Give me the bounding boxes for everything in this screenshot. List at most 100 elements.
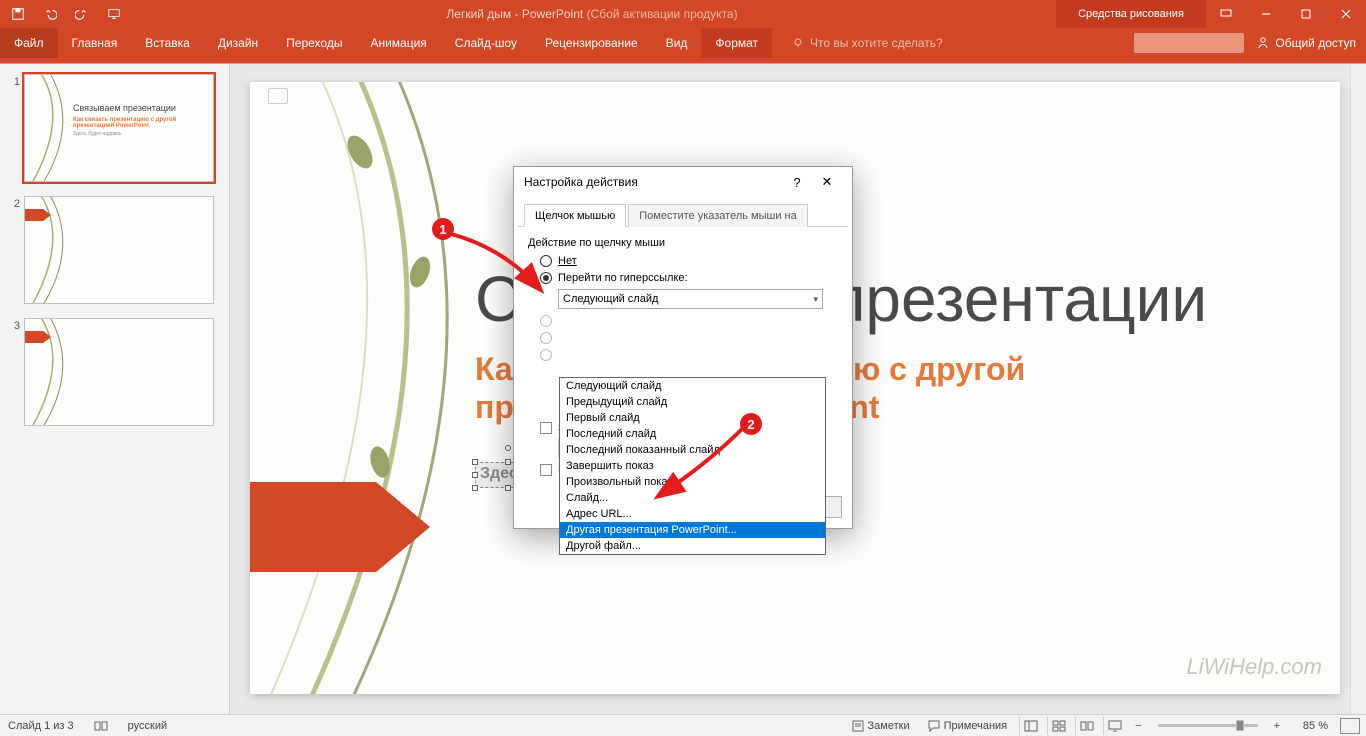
status-spellcheck[interactable]: [88, 718, 114, 734]
radio-icon[interactable]: [540, 315, 552, 327]
zoom-slider[interactable]: [1158, 724, 1258, 727]
thumbnail-slide-1[interactable]: Связываем презентации Как связать презен…: [24, 74, 214, 182]
tab-slideshow[interactable]: Слайд-шоу: [441, 28, 531, 58]
zoom-out-button[interactable]: −: [1131, 720, 1145, 732]
sorter-view-icon[interactable]: [1047, 717, 1069, 735]
thumbnail-number: 3: [6, 318, 24, 426]
undo-icon[interactable]: [36, 2, 64, 26]
tab-mouse-click[interactable]: Щелчок мышью: [524, 204, 626, 227]
slider-thumb[interactable]: [1236, 720, 1244, 731]
list-item[interactable]: Первый слайд: [560, 410, 825, 426]
comments-button[interactable]: Примечания: [922, 718, 1014, 734]
tab-file[interactable]: Файл: [0, 28, 58, 58]
action-settings-dialog: Настройка действия ? ✕ Щелчок мышью Поме…: [513, 166, 853, 529]
thumbnail-item[interactable]: 2: [6, 196, 223, 304]
tab-format[interactable]: Формат: [701, 28, 772, 58]
checkbox-icon[interactable]: [540, 422, 552, 434]
list-item[interactable]: Произвольный показ...: [560, 474, 825, 490]
resize-handle[interactable]: [472, 485, 478, 491]
quick-access-toolbar: [0, 2, 128, 26]
zoom-in-button[interactable]: +: [1270, 720, 1284, 732]
group-label: Действие по щелчку мыши: [528, 237, 838, 249]
close-icon[interactable]: [1326, 0, 1366, 28]
minimize-icon[interactable]: [1246, 0, 1286, 28]
reading-view-icon[interactable]: [1075, 717, 1097, 735]
window-title: Легкий дым - PowerPoint (Сбой активации …: [128, 7, 1056, 21]
chevron-down-icon: ▾: [813, 294, 818, 305]
radio-icon[interactable]: [540, 332, 552, 344]
start-slideshow-icon[interactable]: [100, 2, 128, 26]
sign-in-area[interactable]: [1134, 33, 1244, 53]
radio-none[interactable]: Нет: [540, 255, 838, 267]
tab-insert[interactable]: Вставка: [131, 28, 204, 58]
thumbnail-number: 2: [6, 196, 24, 304]
tab-review[interactable]: Рецензирование: [531, 28, 652, 58]
thumb-author: Здесь будет надпись: [73, 131, 122, 137]
resize-handle[interactable]: [505, 485, 511, 491]
radio-object-action[interactable]: [540, 349, 838, 361]
help-icon[interactable]: ?: [782, 169, 812, 195]
close-icon[interactable]: ✕: [812, 169, 842, 195]
annotation-callout-2: 2: [740, 413, 762, 435]
save-icon[interactable]: [4, 2, 32, 26]
status-slide-counter[interactable]: Слайд 1 из 3: [8, 720, 74, 732]
normal-view-icon[interactable]: [1019, 717, 1041, 735]
list-item[interactable]: Слайд...: [560, 490, 825, 506]
title-bar: Легкий дым - PowerPoint (Сбой активации …: [0, 0, 1366, 28]
maximize-icon[interactable]: [1286, 0, 1326, 28]
thumbnail-number: 1: [6, 74, 24, 182]
window-controls: [1206, 0, 1366, 28]
tab-home[interactable]: Главная: [58, 28, 132, 58]
radio-icon[interactable]: [540, 272, 552, 284]
hyperlink-dropdown[interactable]: Следующий слайд ▾: [558, 289, 823, 309]
ribbon-options-icon[interactable]: [1206, 0, 1246, 28]
tab-design[interactable]: Дизайн: [204, 28, 272, 58]
tab-animations[interactable]: Анимация: [356, 28, 440, 58]
dialog-body: Действие по щелчку мыши Нет Перейти по г…: [514, 227, 852, 488]
resize-handle[interactable]: [472, 459, 478, 465]
fit-to-window-icon[interactable]: [1340, 718, 1360, 734]
ribbon-tabs: Файл Главная Вставка Дизайн Переходы Ани…: [0, 28, 1366, 58]
thumbnail-slide-2[interactable]: [24, 196, 214, 304]
radio-icon[interactable]: [540, 255, 552, 267]
share-button[interactable]: Общий доступ: [1256, 36, 1356, 50]
dialog-titlebar[interactable]: Настройка действия ? ✕: [514, 167, 852, 197]
slide-thumbnail-panel[interactable]: 1 Связываем презентации Как связать през…: [0, 64, 230, 714]
rotate-handle[interactable]: [505, 445, 511, 451]
list-item[interactable]: Другая презентация PowerPoint...: [560, 522, 825, 538]
list-item[interactable]: Завершить показ: [560, 458, 825, 474]
radio-icon[interactable]: [540, 349, 552, 361]
tab-mouse-over[interactable]: Поместите указатель мыши на: [628, 204, 808, 227]
radio-hyperlink[interactable]: Перейти по гиперссылке:: [540, 272, 838, 284]
status-language[interactable]: русский: [128, 720, 167, 732]
radio-run-macro[interactable]: [540, 332, 838, 344]
redo-icon[interactable]: [68, 2, 96, 26]
list-item[interactable]: Другой файл...: [560, 538, 825, 554]
thumbnail-item[interactable]: 1 Связываем презентации Как связать през…: [6, 74, 223, 182]
list-item[interactable]: Следующий слайд: [560, 378, 825, 394]
list-item[interactable]: Последний показанный слайд: [560, 442, 825, 458]
dialog-title: Настройка действия: [524, 175, 782, 189]
tab-transitions[interactable]: Переходы: [272, 28, 356, 58]
notes-icon: [852, 720, 864, 732]
list-item[interactable]: Последний слайд: [560, 426, 825, 442]
hyperlink-options-list[interactable]: Следующий слайд Предыдущий слайд Первый …: [559, 377, 826, 555]
list-item[interactable]: Предыдущий слайд: [560, 394, 825, 410]
resize-handle[interactable]: [472, 472, 478, 478]
list-item[interactable]: Адрес URL...: [560, 506, 825, 522]
thumb-subtitle: Как связать презентацию с другой презент…: [73, 117, 213, 129]
resize-handle[interactable]: [505, 459, 511, 465]
thumbnail-item[interactable]: 3: [6, 318, 223, 426]
tell-me-search[interactable]: Что вы хотите сделать?: [772, 28, 943, 58]
checkbox-icon[interactable]: [540, 464, 552, 476]
status-bar: Слайд 1 из 3 русский Заметки Примечания …: [0, 714, 1366, 736]
tab-view[interactable]: Вид: [652, 28, 702, 58]
slideshow-view-icon[interactable]: [1103, 717, 1125, 735]
radio-run-program[interactable]: [540, 315, 838, 327]
zoom-value[interactable]: 85 %: [1290, 720, 1328, 732]
thumbnail-slide-3[interactable]: [24, 318, 214, 426]
vertical-scrollbar[interactable]: [1350, 64, 1366, 714]
book-icon: [94, 720, 108, 732]
comment-icon: [928, 720, 940, 732]
notes-button[interactable]: Заметки: [846, 718, 916, 734]
